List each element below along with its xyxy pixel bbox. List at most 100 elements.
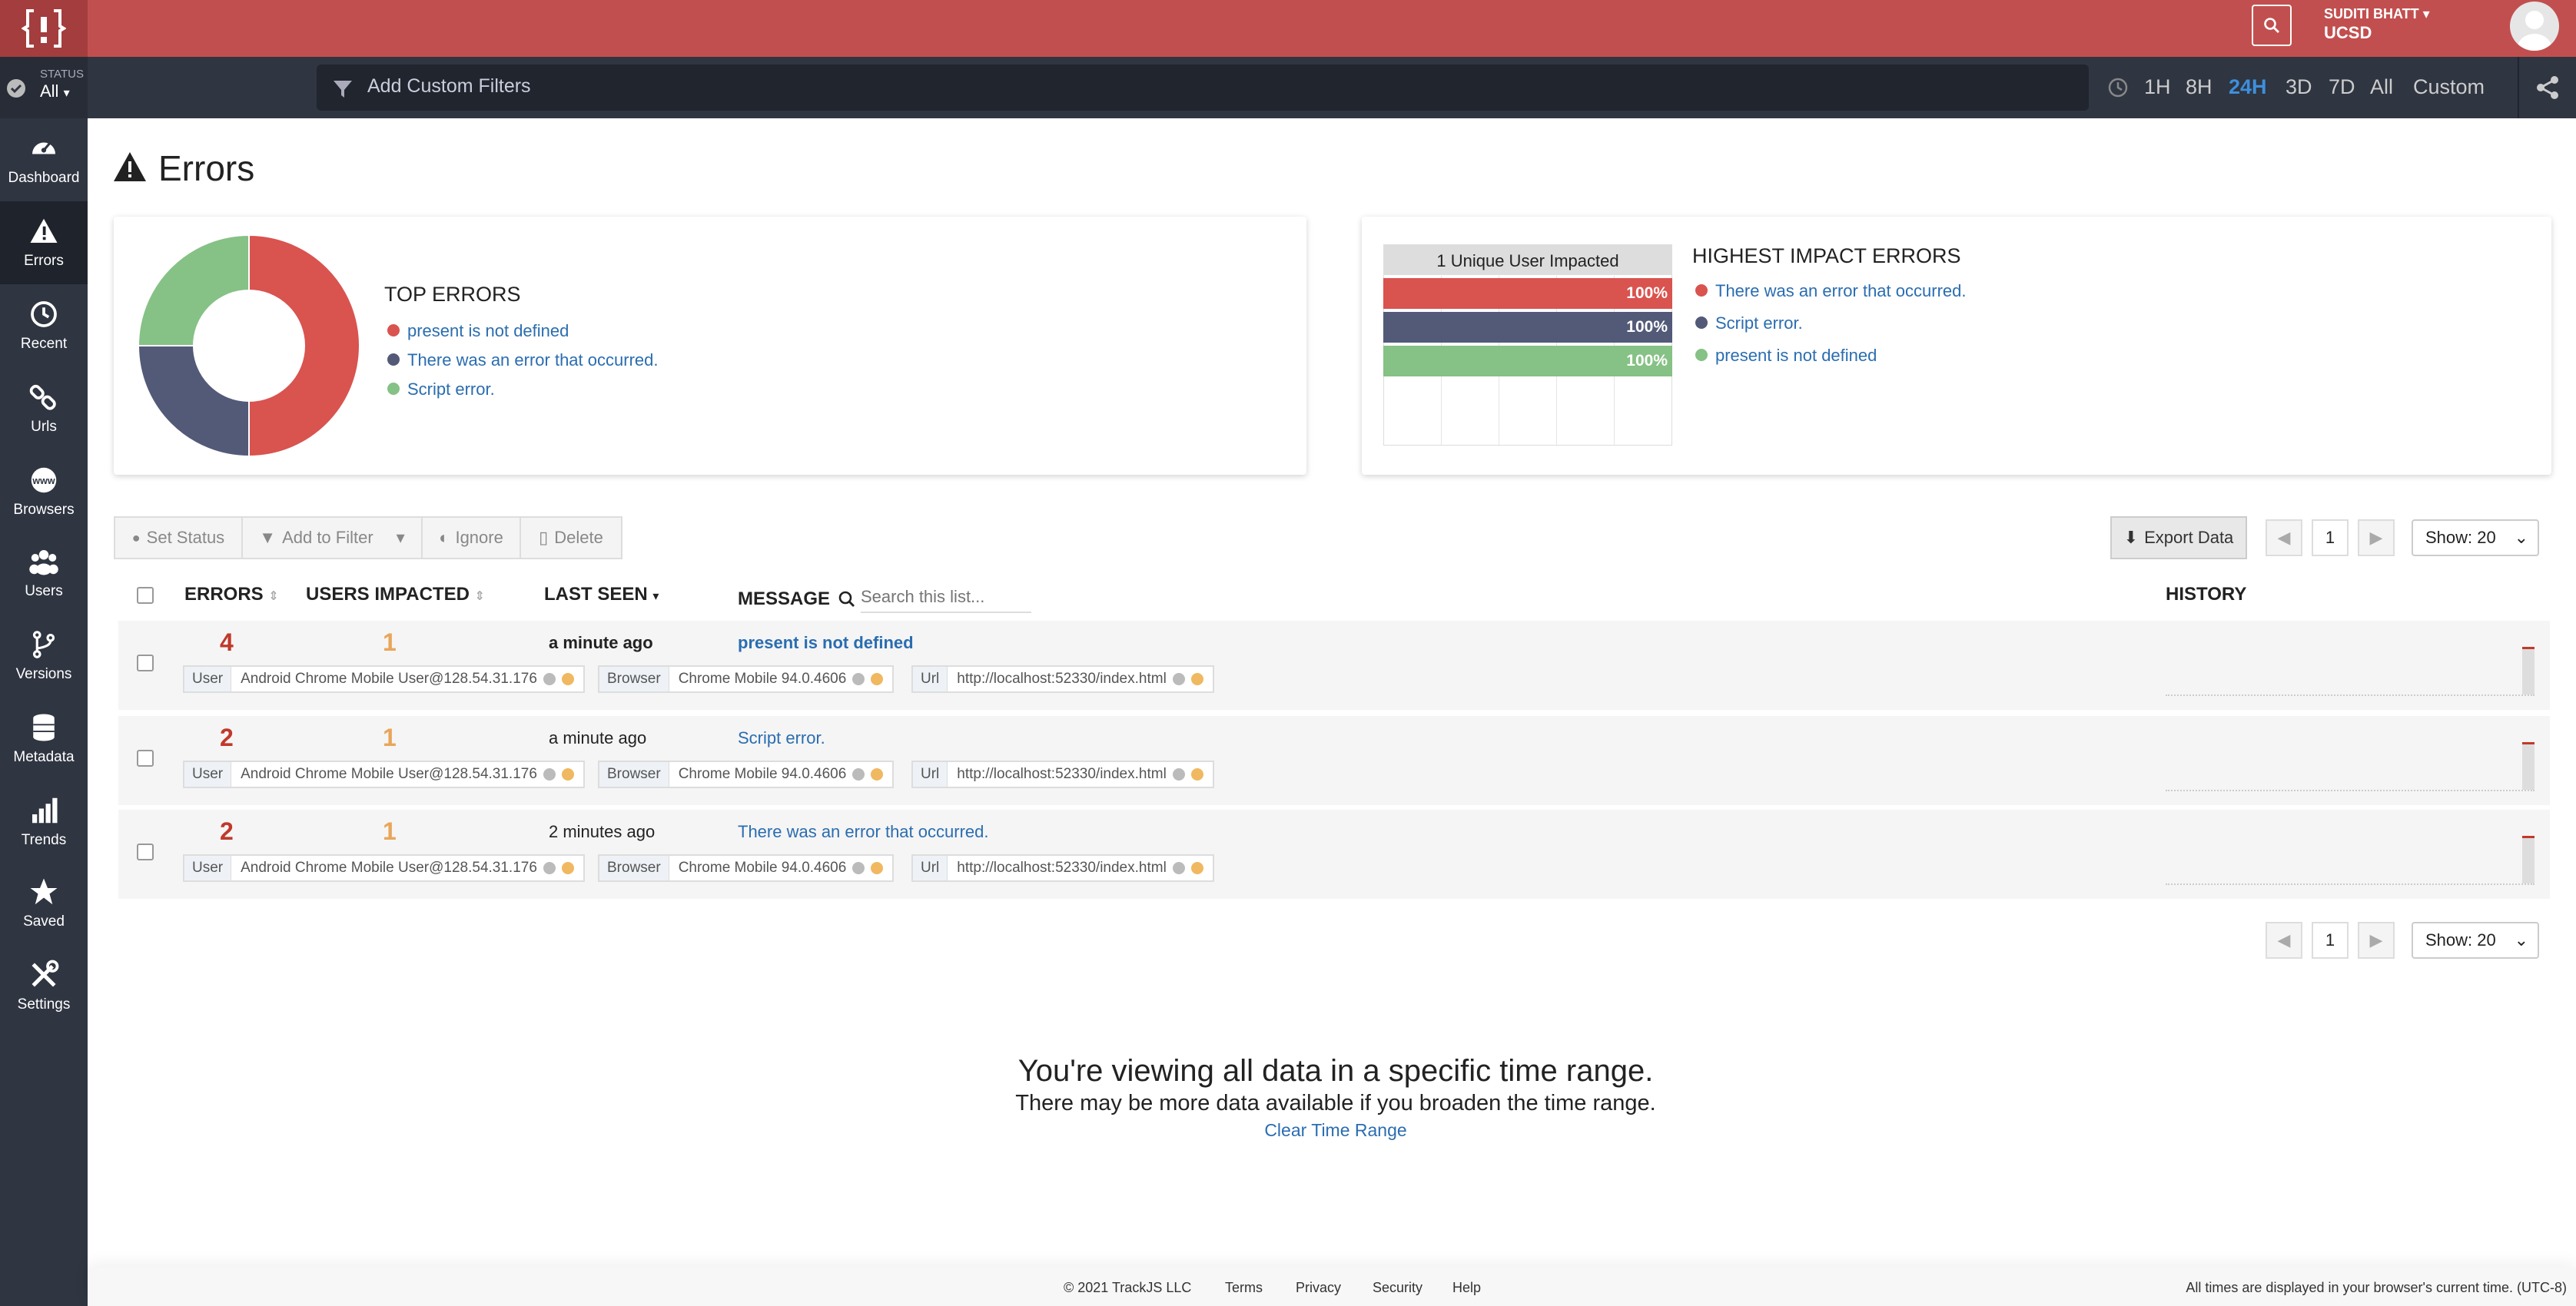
sidebar-item-users[interactable]: Users [0,532,88,615]
exclude-filter-icon[interactable] [561,768,574,781]
sidebar-item-saved[interactable]: Saved [0,862,88,945]
row-checkbox[interactable] [137,844,154,860]
sidebar-item-label: Urls [31,419,57,435]
select-all-checkbox[interactable] [137,587,154,604]
add-filter-icon[interactable] [543,673,556,685]
donut-slice[interactable] [137,345,250,458]
top-error-link[interactable]: There was an error that occurred. [407,350,658,370]
share-button[interactable] [2518,57,2576,118]
top-errors-donut-chart[interactable] [135,232,363,459]
exclude-filter-icon[interactable] [871,768,884,781]
impact-error-link[interactable]: present is not defined [1715,346,1877,366]
add-to-filter-button[interactable]: ▼ Add to Filter ▾ [241,516,423,559]
exclude-filter-icon[interactable] [871,862,884,874]
footer-link-terms[interactable]: Terms [1225,1280,1263,1296]
add-filter-icon[interactable] [1172,768,1185,781]
sidebar-item-dashboard[interactable]: Dashboard [0,118,88,201]
errors-column-header[interactable]: ERRORS ⇕ [184,584,279,605]
impact-error-link[interactable]: Script error. [1715,313,1803,333]
add-filter-icon[interactable] [1172,862,1185,874]
delete-button[interactable]: ▯ Delete [520,516,622,559]
users-impacted-column-header[interactable]: USERS IMPACTED ⇕ [306,584,485,605]
sidebar-item-trends[interactable]: Trends [0,781,88,863]
branch-icon [32,631,55,658]
sidebar-item-label: Users [25,583,63,599]
clear-time-range-link[interactable]: Clear Time Range [1182,1120,1489,1141]
export-data-button[interactable]: ⬇ Export Data [2110,516,2247,559]
exclude-filter-icon[interactable] [561,673,574,685]
error-message-link[interactable]: present is not defined [738,633,914,653]
history-sparkline[interactable] [2166,734,2535,791]
footer-link-privacy[interactable]: Privacy [1296,1280,1341,1296]
status-value[interactable]: All ▾ [40,81,70,101]
add-filter-icon[interactable] [852,768,865,781]
list-search-input[interactable] [861,582,1031,613]
sidebar-item-versions[interactable]: Versions [0,615,88,698]
sidebar-item-recent[interactable]: Recent [0,284,88,367]
custom-filter-input[interactable] [317,65,2089,111]
exclude-filter-icon[interactable] [561,862,574,874]
error-message-link[interactable]: There was an error that occurred. [738,822,988,842]
time-range-7d[interactable]: 7D [2329,75,2355,99]
prev-page-button[interactable]: ◀ [2266,519,2302,556]
donut-slice[interactable] [137,234,250,346]
exclude-filter-icon[interactable] [1190,768,1203,781]
next-page-button[interactable]: ▶ [2358,922,2395,959]
set-status-button[interactable]: ● Set Status [114,516,243,559]
add-filter-icon[interactable] [543,862,556,874]
current-page[interactable]: 1 [2312,519,2349,556]
page-size-select[interactable]: Show: 20 ⌄ [2412,922,2539,959]
time-range-8h[interactable]: 8H [2186,75,2213,99]
top-bar [0,0,2576,57]
top-error-link[interactable]: Script error. [407,380,495,399]
time-range-24h[interactable]: 24H [2229,75,2267,99]
user-name[interactable]: SUDITI BHATT ▾ [2324,6,2430,22]
error-message-link[interactable]: Script error. [738,728,825,748]
sidebar-item-metadata[interactable]: Metadata [0,698,88,781]
top-error-link[interactable]: present is not defined [407,321,569,341]
exclude-filter-icon[interactable] [871,673,884,685]
add-filter-icon[interactable] [852,862,865,874]
add-filter-icon[interactable] [852,673,865,685]
link-icon [29,384,56,410]
page-size-select[interactable]: Show: 20 ⌄ [2412,519,2539,556]
search-button[interactable] [2252,5,2292,46]
sidebar-item-label: Browsers [13,502,75,518]
row-checkbox[interactable] [137,750,154,767]
row-checkbox[interactable] [137,655,154,671]
footer-link-help[interactable]: Help [1452,1280,1481,1296]
sidebar-item-browsers[interactable]: www Browsers [0,450,88,533]
impact-bar[interactable]: 100% [1383,278,1672,309]
bar-chart-icon [32,797,58,824]
current-page[interactable]: 1 [2312,922,2349,959]
impact-error-link[interactable]: There was an error that occurred. [1715,281,1966,301]
footer-link-security[interactable]: Security [1373,1280,1422,1296]
time-range-3d[interactable]: 3D [2286,75,2312,99]
exclude-filter-icon[interactable] [1190,673,1203,685]
impact-bar[interactable]: 100% [1383,312,1672,343]
prev-page-button[interactable]: ◀ [2266,922,2302,959]
donut-slice[interactable] [248,234,360,458]
last-seen-column-header[interactable]: LAST SEEN ▾ [544,584,659,605]
history-sparkline[interactable] [2166,828,2535,885]
sidebar-item-urls[interactable]: Urls [0,367,88,450]
org-name[interactable]: UCSD [2324,23,2372,43]
time-range-custom[interactable]: Custom [2413,75,2485,99]
sidebar-item-errors[interactable]: Errors [0,201,88,284]
users-impacted-count: 1 [383,628,397,656]
impact-bar[interactable]: 100% [1383,346,1672,376]
trackjs-logo[interactable] [0,0,88,57]
avatar[interactable] [2510,2,2559,51]
browser-tag: Browser Chrome Mobile 94.0.4606 [598,665,895,693]
history-sparkline[interactable] [2166,639,2535,696]
time-range-all[interactable]: All [2370,75,2393,99]
next-page-button[interactable]: ▶ [2358,519,2395,556]
sidebar-item-label: Dashboard [8,170,80,186]
add-filter-icon[interactable] [543,768,556,781]
time-range-1h[interactable]: 1H [2144,75,2171,99]
error-count: 2 [220,724,234,751]
ignore-button[interactable]: ◐ Ignore [421,516,521,559]
add-filter-icon[interactable] [1172,673,1185,685]
sidebar-item-settings[interactable]: Settings [0,945,88,1028]
exclude-filter-icon[interactable] [1190,862,1203,874]
